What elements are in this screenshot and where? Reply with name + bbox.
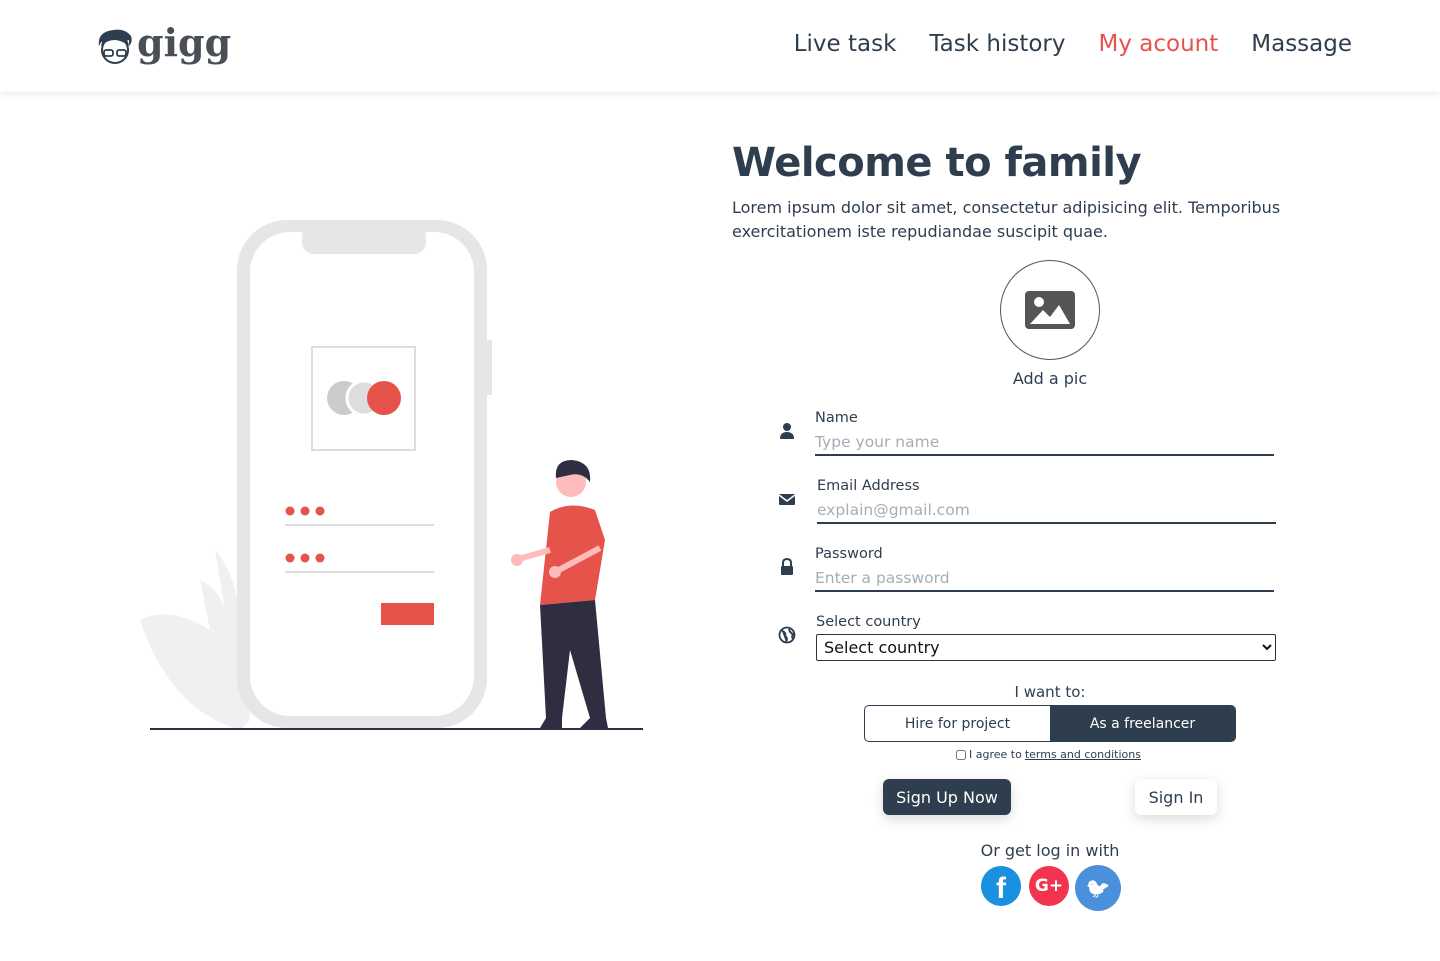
- avatar-logo-icon: [98, 29, 132, 64]
- country-label: Select country: [816, 614, 921, 630]
- signup-illustration: [140, 220, 643, 730]
- envelope-icon: [778, 494, 796, 505]
- add-picture-label: Add a pic: [1012, 369, 1088, 388]
- email-input[interactable]: [817, 498, 1276, 524]
- agree-text: I agree to: [969, 748, 1022, 761]
- twitter-login-button[interactable]: 🐦: [1075, 865, 1121, 911]
- lock-icon: [781, 558, 793, 575]
- name-label: Name: [815, 410, 858, 426]
- twitter-icon: 🐦: [1085, 876, 1111, 900]
- page-title: Welcome to family: [732, 140, 1142, 186]
- globe-icon: [778, 626, 796, 644]
- main-menu: Live task Task history My acount Massage: [794, 31, 1352, 57]
- brand-name: gigg: [137, 20, 232, 65]
- nav-task-history[interactable]: Task history: [929, 31, 1065, 57]
- add-picture-button[interactable]: [1000, 260, 1100, 360]
- brand-logo[interactable]: gigg: [95, 20, 232, 66]
- facebook-login-button[interactable]: f: [981, 866, 1021, 906]
- page-description: Lorem ipsum dolor sit amet, consectetur …: [732, 198, 1281, 241]
- google-plus-icon: G+: [1034, 876, 1064, 896]
- role-freelancer-option[interactable]: As a freelancer: [1050, 706, 1235, 741]
- name-input[interactable]: [815, 430, 1274, 456]
- terms-agreement: I agree to terms and conditions: [956, 748, 1141, 761]
- nav-message[interactable]: Massage: [1251, 31, 1352, 57]
- user-icon: [780, 423, 794, 439]
- image-icon: [1025, 291, 1075, 329]
- nav-live-task[interactable]: Live task: [794, 31, 897, 57]
- email-label: Email Address: [817, 478, 920, 494]
- role-prompt: I want to:: [1014, 683, 1086, 701]
- password-label: Password: [815, 546, 883, 562]
- country-select[interactable]: Select country: [816, 634, 1276, 661]
- password-input[interactable]: [815, 566, 1274, 592]
- role-toggle: Hire for project As a freelancer: [864, 705, 1236, 742]
- role-hire-option[interactable]: Hire for project: [865, 706, 1050, 741]
- terms-link[interactable]: terms and conditions: [1025, 748, 1141, 761]
- google-plus-login-button[interactable]: G+: [1029, 866, 1069, 906]
- sign-in-button[interactable]: Sign In: [1135, 779, 1217, 815]
- top-navbar: gigg Live task Task history My acount Ma…: [0, 0, 1440, 92]
- terms-checkbox[interactable]: [956, 749, 966, 760]
- social-login-label: Or get log in with: [980, 841, 1120, 860]
- sign-up-button[interactable]: Sign Up Now: [883, 779, 1011, 815]
- nav-my-account[interactable]: My acount: [1098, 31, 1218, 57]
- facebook-icon: f: [996, 872, 1006, 905]
